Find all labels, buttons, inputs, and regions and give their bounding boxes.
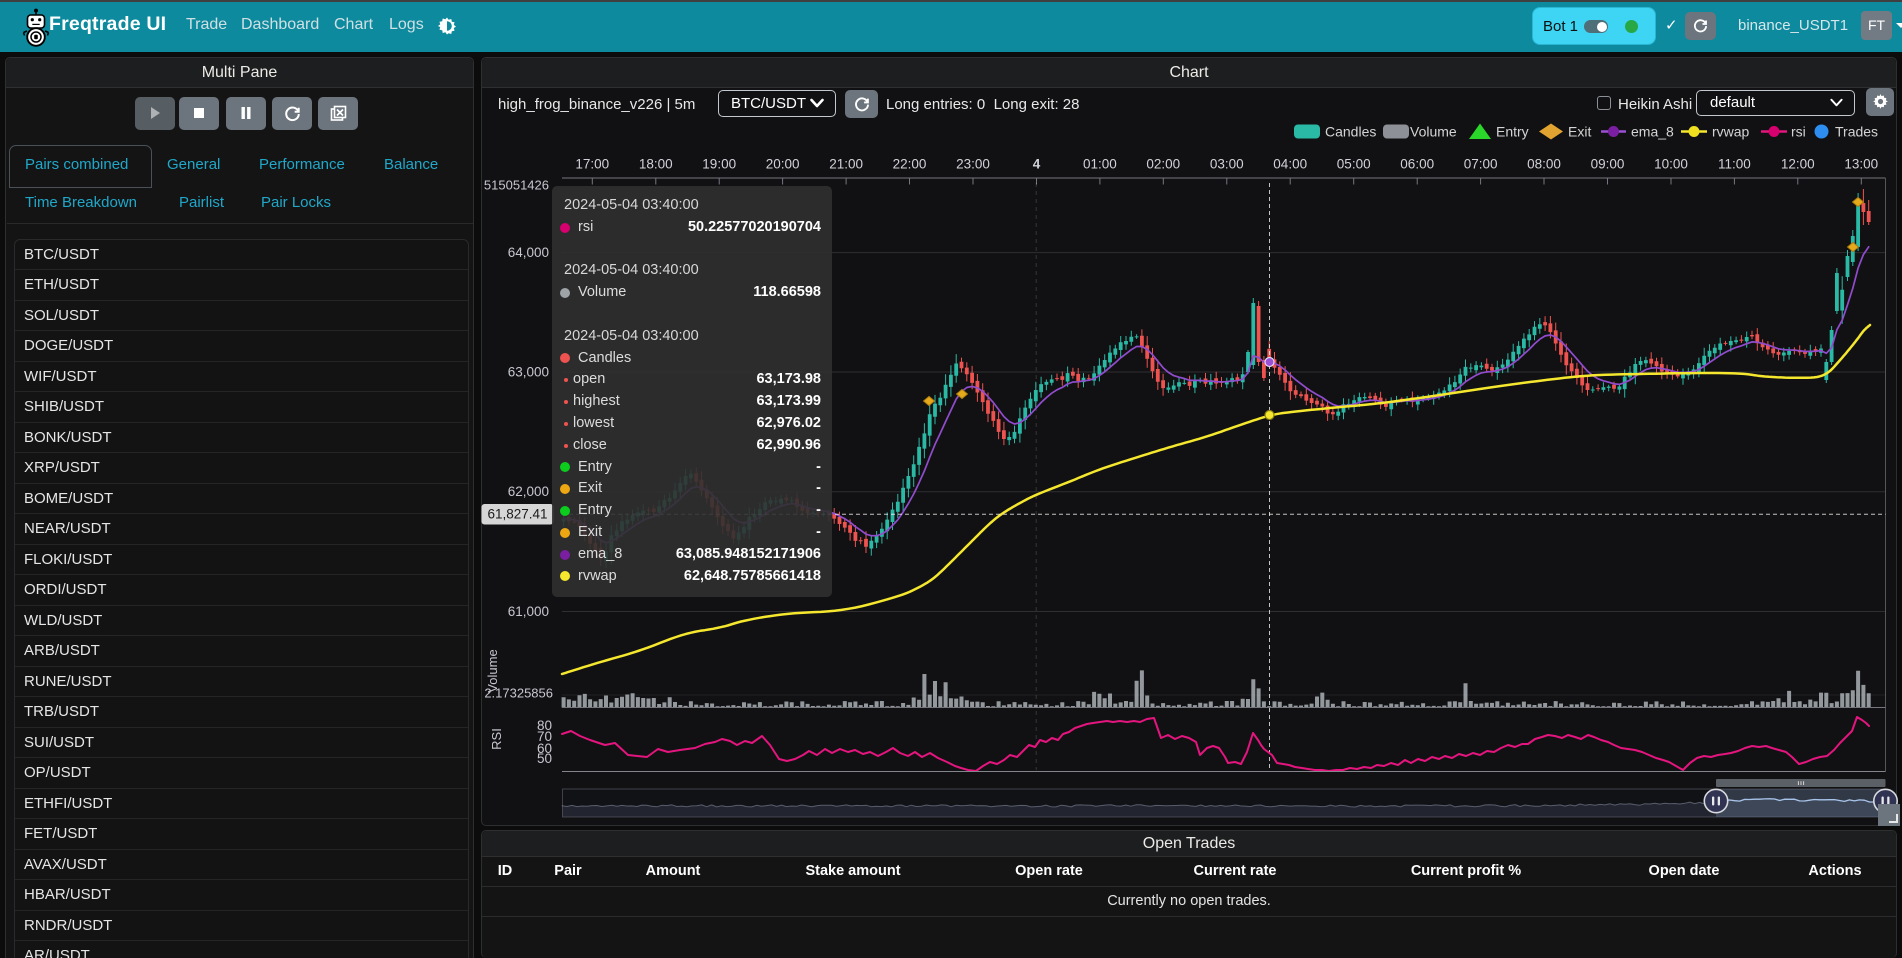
svg-text:21:00: 21:00 xyxy=(829,157,863,172)
svg-text:Volume: Volume xyxy=(485,649,500,692)
svg-text:63,000: 63,000 xyxy=(508,365,549,380)
svg-text:ema_8: ema_8 xyxy=(1631,124,1674,140)
svg-text:Exit: Exit xyxy=(1568,124,1591,140)
svg-text:515051426: 515051426 xyxy=(484,178,549,193)
svg-text:09:00: 09:00 xyxy=(1591,157,1625,172)
svg-text:Volume: Volume xyxy=(1410,124,1457,140)
svg-text:19:00: 19:00 xyxy=(702,157,736,172)
svg-text:50: 50 xyxy=(537,751,552,766)
svg-text:20:00: 20:00 xyxy=(766,157,800,172)
svg-text:62,000: 62,000 xyxy=(508,484,549,499)
svg-text:10:00: 10:00 xyxy=(1654,157,1688,172)
svg-text:Entry: Entry xyxy=(1496,124,1529,140)
svg-text:4: 4 xyxy=(1033,157,1041,172)
svg-text:RSI: RSI xyxy=(489,728,504,750)
svg-text:11:00: 11:00 xyxy=(1718,157,1751,172)
svg-text:rvwap: rvwap xyxy=(1712,124,1750,140)
svg-text:08:00: 08:00 xyxy=(1527,157,1561,172)
svg-text:01:00: 01:00 xyxy=(1083,157,1117,172)
svg-text:Candles: Candles xyxy=(1325,124,1376,140)
svg-text:17:00: 17:00 xyxy=(575,157,609,172)
svg-text:22:00: 22:00 xyxy=(893,157,927,172)
svg-text:06:00: 06:00 xyxy=(1400,157,1434,172)
svg-text:13:00: 13:00 xyxy=(1844,157,1878,172)
svg-text:05:00: 05:00 xyxy=(1337,157,1371,172)
svg-text:61,827.41: 61,827.41 xyxy=(487,507,547,522)
svg-text:rsi: rsi xyxy=(1791,124,1806,140)
svg-text:12:00: 12:00 xyxy=(1781,157,1815,172)
svg-text:04:00: 04:00 xyxy=(1273,157,1307,172)
svg-text:07:00: 07:00 xyxy=(1464,157,1498,172)
svg-text:03:00: 03:00 xyxy=(1210,157,1244,172)
svg-text:23:00: 23:00 xyxy=(956,157,990,172)
svg-text:02:00: 02:00 xyxy=(1146,157,1180,172)
svg-text:61,000: 61,000 xyxy=(508,604,549,619)
svg-text:64,000: 64,000 xyxy=(508,245,549,260)
svg-text:18:00: 18:00 xyxy=(639,157,673,172)
svg-text:Trades: Trades xyxy=(1835,124,1878,140)
